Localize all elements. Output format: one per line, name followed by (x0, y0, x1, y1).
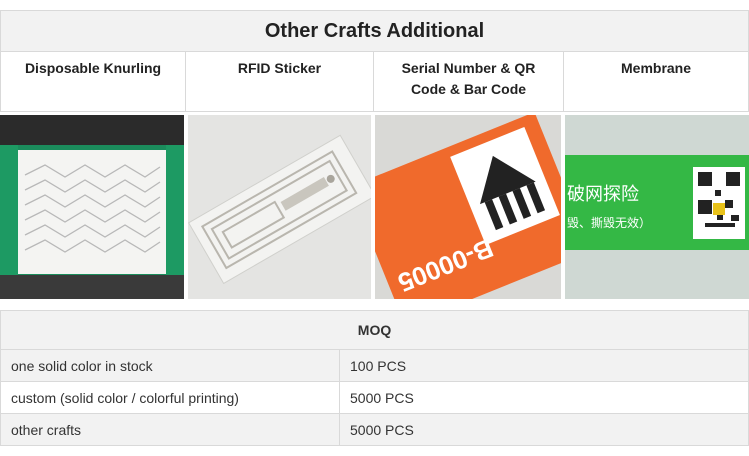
column-membrane: Membrane (562, 51, 749, 112)
column-disposable-knurling: Disposable Knurling (0, 51, 186, 112)
table-row: one solid color in stock 100 PCS (0, 349, 749, 382)
moq-item: other crafts (0, 413, 340, 446)
table-row: custom (solid color / colorful printing)… (0, 381, 749, 414)
rfid-photo (188, 115, 371, 299)
serial-number-photo: B-00005 (375, 115, 561, 299)
moq-table: MOQ one solid color in stock 100 PCS cus… (0, 310, 749, 446)
crafts-title: Other Crafts Additional (0, 10, 749, 52)
column-serial-number: Serial Number & QR Code & Bar Code (373, 51, 564, 112)
membrane-text-1: 破网探险 (567, 184, 639, 205)
moq-qty: 5000 PCS (338, 381, 749, 414)
membrane-text-2: 毁、撕毁无效） (567, 215, 651, 230)
table-row: other crafts 5000 PCS (0, 413, 749, 446)
other-crafts-table: Other Crafts Additional Disposable Knurl… (0, 10, 749, 112)
moq-item: one solid color in stock (0, 349, 340, 382)
column-rfid-sticker: RFID Sticker (185, 51, 374, 112)
membrane-photo: 破网探险 毁、撕毁无效） (565, 115, 749, 299)
craft-photos: B-00005 破网探险 毁、撕毁无效） (0, 115, 749, 299)
knurling-photo (0, 115, 184, 299)
moq-title: MOQ (0, 310, 749, 350)
moq-item: custom (solid color / colorful printing) (0, 381, 340, 414)
moq-qty: 5000 PCS (338, 413, 749, 446)
moq-qty: 100 PCS (338, 349, 749, 382)
